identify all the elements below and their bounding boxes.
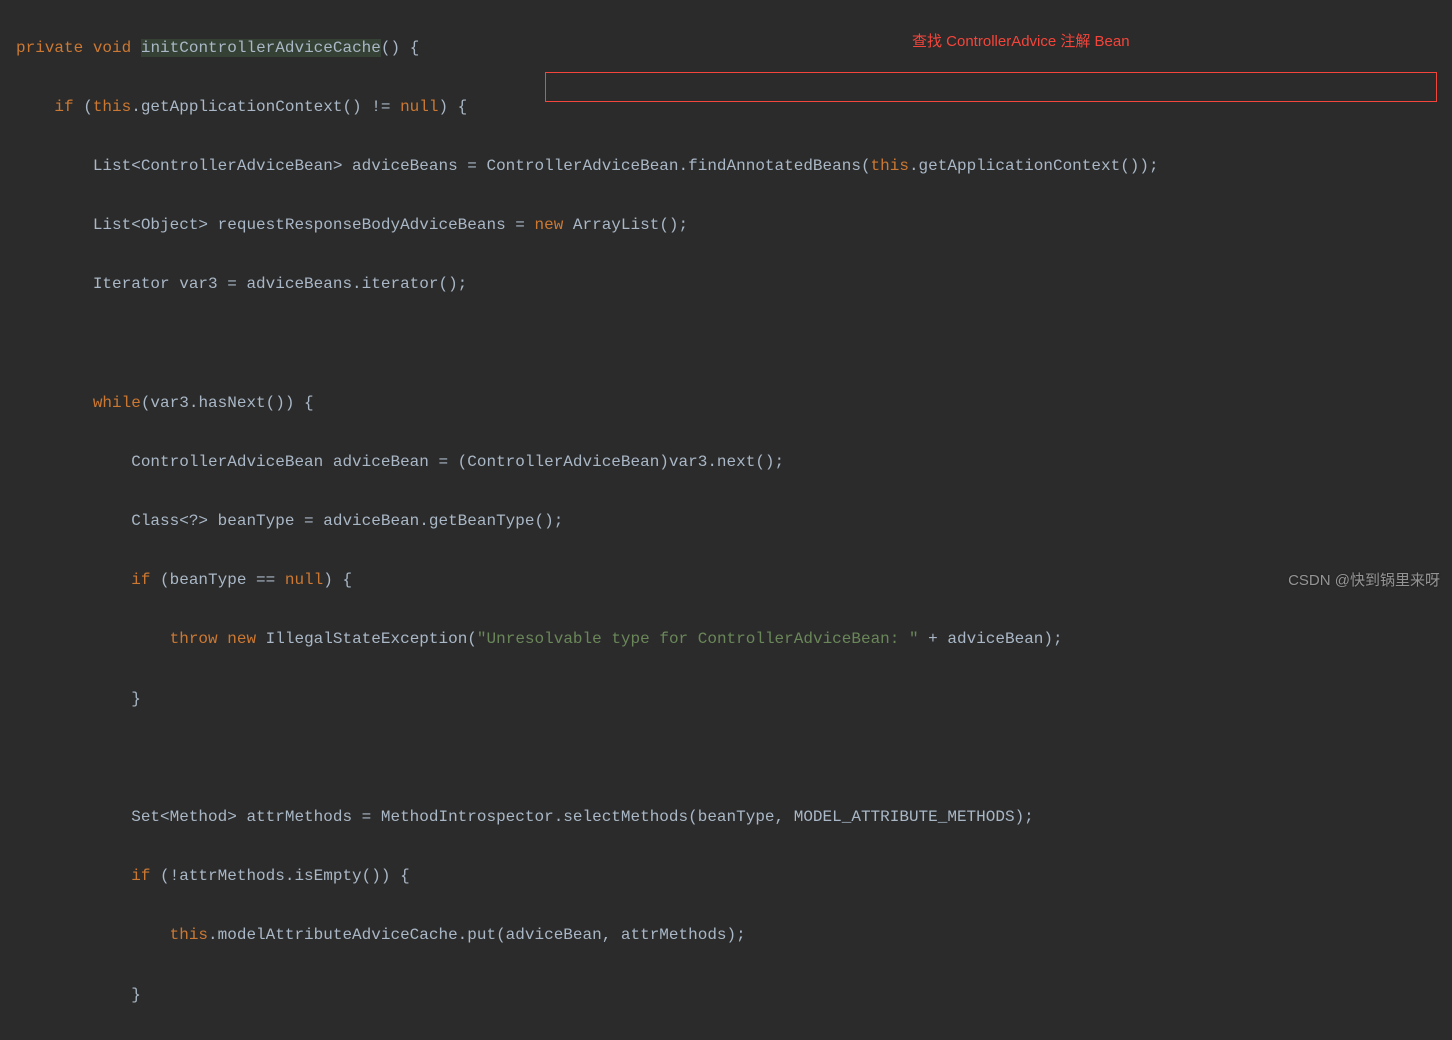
code-line: Set<Method> attrMethods = MethodIntrospe…	[16, 803, 1452, 833]
keyword-private: private	[16, 39, 83, 57]
keyword-new: new	[227, 630, 256, 648]
string-literal: "Unresolvable type for ControllerAdviceB…	[477, 630, 919, 648]
code-text: IllegalStateException(	[256, 630, 477, 648]
watermark: CSDN @快到锅里来呀	[1288, 567, 1440, 595]
code-text: List<Object> requestResponseBodyAdviceBe…	[93, 216, 535, 234]
keyword-this: this	[93, 98, 131, 116]
keyword-this: this	[170, 926, 208, 944]
code-text: .modelAttributeAdviceCache.put(adviceBea…	[208, 926, 746, 944]
code-text: (!attrMethods.isEmpty()) {	[150, 867, 409, 885]
code-line: private void initControllerAdviceCache()…	[16, 34, 1452, 64]
keyword-null: null	[400, 98, 438, 116]
code-text: }	[131, 986, 141, 1004]
code-text: () {	[381, 39, 419, 57]
code-text: (var3.hasNext()) {	[141, 394, 314, 412]
code-text: ControllerAdviceBean adviceBean = (Contr…	[131, 453, 784, 471]
code-text: List<ControllerAdviceBean> adviceBeans =…	[93, 157, 871, 175]
keyword-if: if	[54, 98, 73, 116]
code-text: .getApplicationContext() !=	[131, 98, 400, 116]
code-line: List<Object> requestResponseBodyAdviceBe…	[16, 211, 1452, 241]
code-line: }	[16, 685, 1452, 715]
code-text: + adviceBean);	[919, 630, 1063, 648]
code-text: (	[74, 98, 93, 116]
keyword-if: if	[131, 571, 150, 589]
keyword-null: null	[285, 571, 323, 589]
code-line: this.modelAttributeAdviceCache.put(advic…	[16, 921, 1452, 951]
method-name: initControllerAdviceCache	[141, 39, 381, 57]
code-line	[16, 744, 1452, 774]
keyword-if: if	[131, 867, 150, 885]
code-line: List<ControllerAdviceBean> adviceBeans =…	[16, 152, 1452, 182]
code-line: if (beanType == null) {	[16, 566, 1452, 596]
code-text: Class<?> beanType = adviceBean.getBeanTy…	[131, 512, 563, 530]
code-text: Set<Method> attrMethods = MethodIntrospe…	[131, 808, 1034, 826]
keyword-void: void	[93, 39, 131, 57]
code-line	[16, 330, 1452, 360]
code-line: throw new IllegalStateException("Unresol…	[16, 625, 1452, 655]
code-line: }	[16, 981, 1452, 1011]
code-line: if (this.getApplicationContext() != null…	[16, 93, 1452, 123]
code-text: }	[131, 690, 141, 708]
code-line: Iterator var3 = adviceBeans.iterator();	[16, 270, 1452, 300]
code-text: ) {	[323, 571, 352, 589]
code-editor[interactable]: private void initControllerAdviceCache()…	[0, 0, 1452, 1040]
code-line: ControllerAdviceBean adviceBean = (Contr…	[16, 448, 1452, 478]
keyword-this: this	[871, 157, 909, 175]
code-text: .getApplicationContext());	[909, 157, 1159, 175]
code-line: Class<?> beanType = adviceBean.getBeanTy…	[16, 507, 1452, 537]
code-text: ) {	[438, 98, 467, 116]
code-text: (beanType ==	[150, 571, 284, 589]
code-line: if (!attrMethods.isEmpty()) {	[16, 862, 1452, 892]
keyword-while: while	[93, 394, 141, 412]
keyword-throw: throw	[170, 630, 218, 648]
keyword-new: new	[534, 216, 563, 234]
annotation-text: 查找 ControllerAdvice 注解 Bean	[912, 28, 1130, 56]
code-text: ArrayList();	[563, 216, 688, 234]
code-line: while(var3.hasNext()) {	[16, 389, 1452, 419]
code-text: Iterator var3 = adviceBeans.iterator();	[93, 275, 467, 293]
